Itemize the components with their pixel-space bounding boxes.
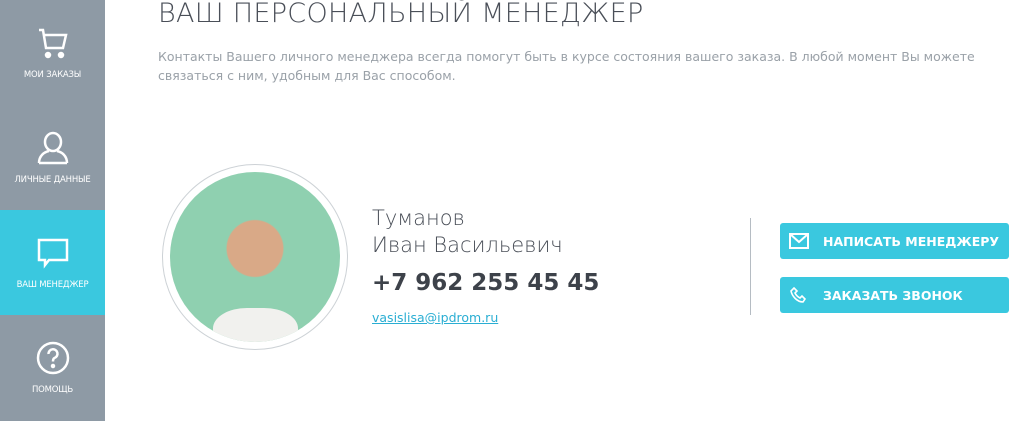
manager-avatar [162, 164, 348, 350]
manager-phone: +7 962 255 45 45 [372, 270, 600, 296]
sidebar-item-manager[interactable]: ВАШ МЕНЕДЖЕР [0, 210, 105, 315]
sidebar-item-orders[interactable]: МОИ ЗАКАЗЫ [0, 0, 105, 105]
manager-given-name: Иван Васильевич [372, 233, 563, 257]
sidebar-item-help[interactable]: ПОМОЩЬ [0, 315, 105, 420]
sidebar-item-label: ПОМОЩЬ [31, 384, 74, 395]
button-label: НАПИСАТЬ МЕНЕДЖЕРУ [823, 233, 1000, 249]
help-icon [36, 341, 69, 374]
chat-icon [37, 238, 68, 269]
page-description: Контакты Вашего личного менеджера всегда… [158, 49, 975, 83]
cart-icon [38, 28, 68, 58]
manager-name: Туманов Иван Васильевич [372, 205, 563, 259]
divider [750, 218, 751, 315]
page-title: ВАШ ПЕРСОНАЛЬНЫЙ МЕНЕДЖЕР [158, 0, 644, 29]
sidebar-item-label: ЛИЧНЫЕ ДАННЫЕ [14, 174, 91, 185]
phone-icon [790, 287, 807, 303]
manager-surname: Туманов [372, 206, 465, 230]
manager-email-link[interactable]: vasislisa@ipdrom.ru [372, 310, 498, 325]
button-label: ЗАКАЗАТЬ ЗВОНОК [823, 287, 963, 303]
order-call-button[interactable]: ЗАКАЗАТЬ ЗВОНОК [780, 277, 1009, 313]
sidebar: МОИ ЗАКАЗЫ ЛИЧНЫЕ ДАННЫЕ ВАШ МЕНЕДЖЕР ПО… [0, 0, 105, 421]
sidebar-item-label: МОИ ЗАКАЗЫ [23, 69, 82, 80]
user-icon [37, 131, 68, 164]
sidebar-item-personal[interactable]: ЛИЧНЫЕ ДАННЫЕ [0, 105, 105, 210]
write-manager-button[interactable]: НАПИСАТЬ МЕНЕДЖЕРУ [780, 223, 1009, 259]
sidebar-item-label: ВАШ МЕНЕДЖЕР [16, 279, 89, 290]
mail-icon [789, 233, 809, 249]
